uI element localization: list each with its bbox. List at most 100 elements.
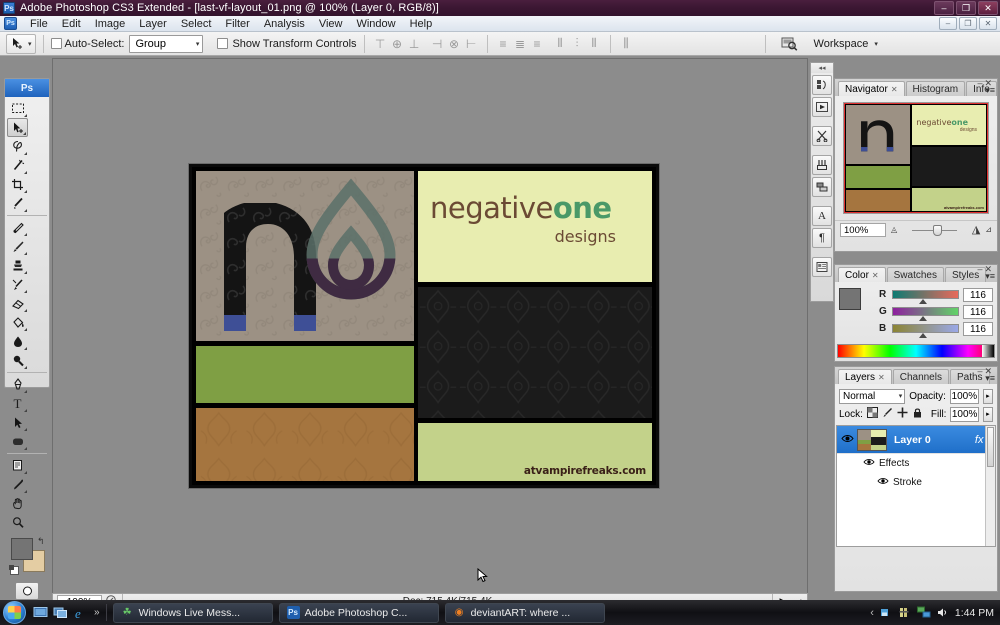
volume-mixer-icon[interactable]: [898, 606, 912, 620]
swap-colors-icon[interactable]: ↰: [37, 536, 45, 547]
list-item[interactable]: Effects: [837, 454, 995, 473]
tab-swatches[interactable]: Swatches: [886, 267, 944, 282]
start-button[interactable]: [3, 601, 26, 624]
lock-image-pixels-icon[interactable]: [882, 407, 893, 421]
taskbar-item-messenger[interactable]: ☘ Windows Live Mess...: [112, 602, 273, 623]
lock-all-icon[interactable]: [912, 407, 923, 421]
paragraph-panel-icon[interactable]: ¶: [812, 228, 832, 248]
distribute-horizontal-centers-icon[interactable]: ⫶: [569, 35, 586, 53]
go-to-bridge-button[interactable]: [773, 34, 806, 54]
color-panel-menu-icon[interactable]: ▾≡: [985, 271, 995, 282]
auto-select-dropdown[interactable]: Group ▾: [129, 34, 204, 53]
menu-item-file[interactable]: File: [23, 16, 55, 32]
navigator-view-box[interactable]: [844, 103, 988, 213]
rounded-rectangle-tool[interactable]: [7, 432, 28, 451]
eye-icon[interactable]: [863, 457, 879, 470]
menu-item-edit[interactable]: Edit: [55, 16, 88, 32]
slider-knob[interactable]: [933, 224, 943, 236]
magic-wand-tool[interactable]: [7, 156, 28, 175]
doc-close-button[interactable]: ✕: [979, 17, 997, 30]
action-center-icon[interactable]: [879, 606, 893, 620]
blend-mode-dropdown[interactable]: Normal ▾: [839, 388, 906, 404]
artboard[interactable]: negativeone designs atvampirefreaks.com: [189, 164, 659, 488]
taskbar-item-photoshop[interactable]: Ps Adobe Photoshop C...: [278, 602, 439, 623]
menu-item-image[interactable]: Image: [88, 16, 133, 32]
navigator-zoom-slider[interactable]: [902, 224, 967, 236]
auto-select-checkbox[interactable]: [50, 38, 62, 49]
fill-stepper-arrow[interactable]: ▸: [982, 406, 993, 422]
document-system-icon[interactable]: Ps: [4, 17, 17, 30]
layers-scrollbar[interactable]: [985, 426, 995, 546]
blur-tool[interactable]: [7, 332, 28, 351]
close-icon[interactable]: ✕: [891, 85, 898, 94]
path-selection-tool[interactable]: [7, 413, 28, 432]
auto-align-layers-icon[interactable]: ⫼: [618, 35, 635, 53]
close-icon[interactable]: ✕: [872, 271, 879, 280]
menu-item-filter[interactable]: Filter: [218, 16, 256, 32]
rectangular-marquee-tool[interactable]: [7, 99, 28, 118]
distribute-top-edges-icon[interactable]: ≡: [495, 35, 512, 53]
slice-tool[interactable]: [7, 194, 28, 213]
doc-minimize-button[interactable]: –: [939, 17, 957, 30]
dodge-tool[interactable]: [7, 351, 28, 370]
lock-position-icon[interactable]: [897, 407, 908, 421]
tool-presets-panel-icon[interactable]: [812, 155, 832, 175]
red-slider-thumb[interactable]: [919, 299, 927, 304]
paint-bucket-tool[interactable]: [7, 313, 28, 332]
lock-transparent-pixels-icon[interactable]: [866, 407, 878, 421]
navigator-thumbnail[interactable]: negativeone designs atvampirefreaks.com: [843, 102, 989, 214]
tab-histogram[interactable]: Histogram: [905, 81, 966, 96]
eraser-tool[interactable]: [7, 294, 28, 313]
clone-stamp-tool[interactable]: [7, 256, 28, 275]
menu-item-help[interactable]: Help: [403, 16, 440, 32]
align-horizontal-centers-icon[interactable]: ⊗: [446, 35, 463, 53]
switch-windows-icon[interactable]: [52, 604, 69, 621]
move-tool[interactable]: [7, 118, 28, 137]
notes-tool[interactable]: [7, 456, 28, 475]
show-desktop-icon[interactable]: [32, 604, 49, 621]
speaker-icon[interactable]: [936, 606, 950, 620]
opacity-stepper-arrow[interactable]: ▸: [982, 388, 993, 404]
distribute-bottom-edges-icon[interactable]: ≡: [529, 35, 546, 53]
align-top-edges-icon[interactable]: ⊤: [372, 35, 389, 53]
crop-tool[interactable]: [7, 175, 28, 194]
tab-color[interactable]: Color ✕: [838, 267, 886, 282]
align-left-edges-icon[interactable]: ⊣: [429, 35, 446, 53]
fill-field[interactable]: 100%: [950, 406, 979, 422]
distribute-right-edges-icon[interactable]: ⦀: [586, 35, 603, 53]
history-brush-tool[interactable]: [7, 275, 28, 294]
notes-panel-icon[interactable]: [812, 257, 832, 277]
network-icon[interactable]: [916, 606, 931, 620]
menu-item-analysis[interactable]: Analysis: [257, 16, 312, 32]
layers-scrollbar-thumb[interactable]: [987, 427, 994, 467]
workspace-button[interactable]: Workspace ▾: [806, 34, 886, 54]
character-panel-icon[interactable]: A: [812, 206, 832, 226]
document-canvas-area[interactable]: negativeone designs atvampirefreaks.com: [52, 58, 808, 610]
color-panel-foreground-swatch[interactable]: [839, 288, 861, 310]
red-value-field[interactable]: 116: [963, 287, 993, 302]
layer-list[interactable]: Layer 0 fx ▴ Effects Stroke: [836, 425, 996, 547]
green-value-field[interactable]: 116: [963, 304, 993, 319]
menu-item-view[interactable]: View: [312, 16, 350, 32]
menu-item-window[interactable]: Window: [349, 16, 402, 32]
menu-item-layer[interactable]: Layer: [132, 16, 174, 32]
lasso-tool[interactable]: [7, 137, 28, 156]
zoom-out-icon[interactable]: ◬: [891, 225, 897, 234]
minimize-button[interactable]: –: [934, 1, 954, 15]
red-slider[interactable]: [892, 290, 959, 304]
close-button[interactable]: ✕: [978, 1, 998, 15]
quick-mask-mode-button[interactable]: [15, 582, 39, 600]
green-slider[interactable]: [892, 307, 959, 321]
tray-expand-icon[interactable]: ‹: [870, 607, 874, 619]
navigator-resize-grip[interactable]: ⊿: [985, 225, 992, 234]
distribute-left-edges-icon[interactable]: ⦀: [552, 35, 569, 53]
list-item[interactable]: Stroke: [837, 473, 995, 492]
clone-source-panel-icon[interactable]: [812, 126, 832, 146]
green-slider-thumb[interactable]: [919, 316, 927, 321]
taskbar-clock[interactable]: 1:44 PM: [955, 607, 994, 619]
pen-tool[interactable]: [7, 375, 28, 394]
zoom-in-icon[interactable]: ◮: [972, 223, 980, 236]
color-spectrum-ramp[interactable]: [837, 344, 995, 358]
animation-panel-icon[interactable]: [812, 97, 832, 117]
internet-explorer-icon[interactable]: e: [72, 604, 89, 621]
